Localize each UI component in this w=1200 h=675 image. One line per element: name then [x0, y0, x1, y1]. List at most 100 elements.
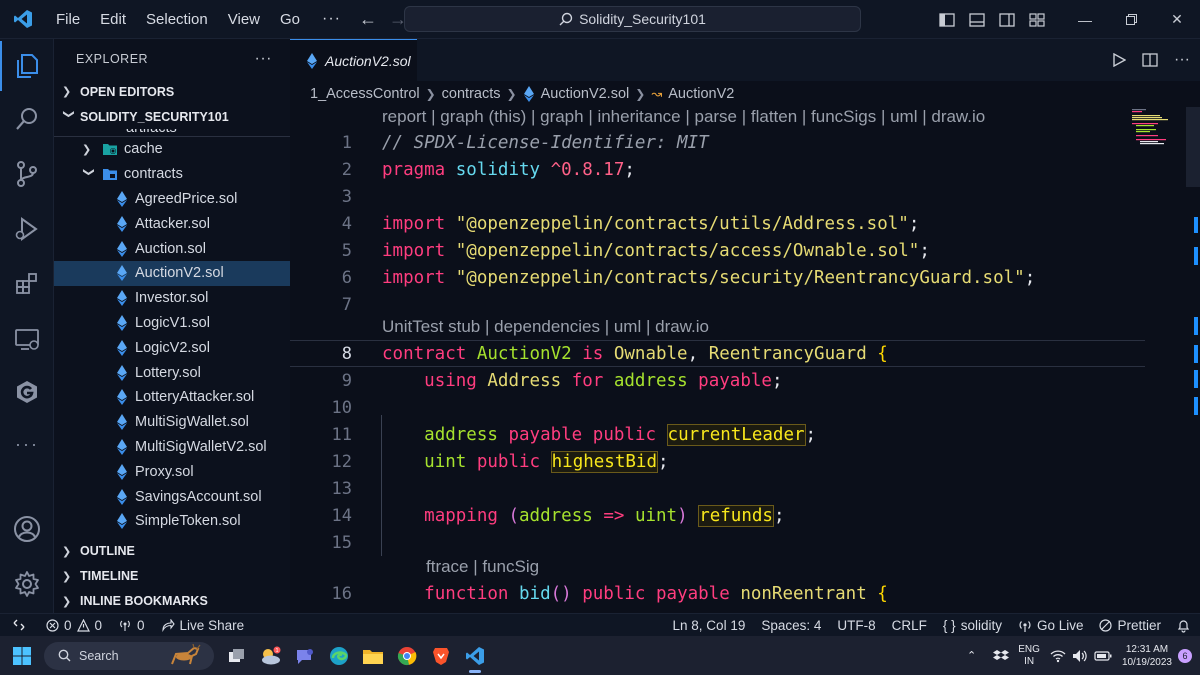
source-control-icon[interactable]: [0, 149, 54, 199]
menu-edit[interactable]: Edit: [90, 0, 136, 39]
remote-indicator-icon[interactable]: [0, 614, 38, 637]
file-item[interactable]: Proxy.sol: [54, 459, 290, 484]
more-views-icon[interactable]: ···: [0, 419, 54, 469]
file-item[interactable]: SimpleToken.sol: [54, 509, 290, 534]
ports-indicator[interactable]: 0: [110, 618, 153, 633]
restore-icon[interactable]: [1108, 0, 1154, 39]
accounts-icon[interactable]: [0, 504, 54, 554]
breadcrumb-item[interactable]: contracts: [442, 86, 501, 102]
problems-indicator[interactable]: 0 0: [38, 618, 110, 633]
file-item[interactable]: SavingsAccount.sol: [54, 484, 290, 509]
code-line: 5 import "@openzeppelin/contracts/access…: [290, 237, 1145, 264]
teams-chat-icon[interactable]: [288, 636, 322, 675]
codelens-contract[interactable]: UnitTest stub | dependencies | uml | dra…: [382, 317, 709, 337]
chevron-right-icon: ❯: [62, 595, 72, 608]
taskbar-search[interactable]: Search: [44, 641, 214, 670]
chevron-right-icon: ❯: [82, 143, 92, 156]
wifi-icon[interactable]: [1050, 649, 1066, 663]
windows-start-icon[interactable]: [0, 636, 44, 675]
file-item[interactable]: LogicV1.sol: [54, 311, 290, 336]
partial-folder-label: artifacts: [126, 129, 177, 136]
error-icon: [46, 618, 59, 632]
extensions-icon[interactable]: [0, 259, 54, 309]
vscode-taskbar-icon[interactable]: [458, 636, 492, 675]
menu-selection[interactable]: Selection: [136, 0, 218, 39]
notifications-bell-icon[interactable]: [1169, 619, 1200, 633]
manage-gear-icon[interactable]: [0, 559, 54, 609]
tray-dropbox-icon[interactable]: [988, 636, 1014, 675]
battery-icon[interactable]: [1094, 650, 1112, 662]
file-item[interactable]: AgreedPrice.sol: [54, 187, 290, 212]
explorer-icon[interactable]: [0, 41, 54, 91]
file-item[interactable]: Lottery.sol: [54, 360, 290, 385]
go-live-button[interactable]: Go Live: [1010, 618, 1092, 633]
bookmarks-section[interactable]: ❯ INLINE BOOKMARKS: [54, 589, 290, 613]
clock[interactable]: 12:31 AM 10/19/2023: [1122, 643, 1172, 669]
prettier-button[interactable]: Prettier: [1091, 618, 1169, 633]
code-text: uint public highestBid;: [424, 450, 669, 473]
search-icon[interactable]: [0, 94, 54, 144]
outline-section[interactable]: ❯ OUTLINE: [54, 539, 290, 564]
open-editors-section[interactable]: ❯ OPEN EDITORS: [54, 79, 290, 104]
menu-view[interactable]: View: [218, 0, 270, 39]
minimap[interactable]: [1128, 107, 1188, 147]
codelens-function[interactable]: ftrace | funcSig: [426, 557, 539, 577]
toggle-panel-icon[interactable]: [962, 0, 992, 39]
timeline-section[interactable]: ❯ TIMELINE: [54, 564, 290, 589]
gitlens-icon[interactable]: [0, 367, 54, 417]
brave-browser-icon[interactable]: [424, 636, 458, 675]
file-item[interactable]: Auction.sol: [54, 236, 290, 261]
vertical-scrollbar[interactable]: [1186, 107, 1200, 613]
editor-more-icon[interactable]: ···: [1174, 51, 1190, 69]
codelens-top[interactable]: report | graph (this) | graph | inherita…: [382, 107, 985, 127]
breadcrumb-item[interactable]: AuctionV2: [668, 86, 734, 102]
encoding[interactable]: UTF-8: [829, 618, 883, 633]
scrollbar-thumb[interactable]: [1186, 107, 1200, 187]
file-explorer-icon[interactable]: [356, 636, 390, 675]
breadcrumb-item[interactable]: AuctionV2.sol: [541, 86, 630, 102]
command-center-search[interactable]: Solidity_Security101: [404, 6, 861, 32]
end-of-line[interactable]: CRLF: [884, 618, 935, 633]
menu-file[interactable]: File: [46, 0, 90, 39]
breadcrumb-item[interactable]: 1_AccessControl: [310, 86, 420, 102]
file-item[interactable]: MultiSigWalletV2.sol: [54, 435, 290, 460]
weather-widget-icon[interactable]: 1: [254, 636, 288, 675]
run-debug-icon[interactable]: [0, 204, 54, 254]
toggle-secondary-sidebar-icon[interactable]: [992, 0, 1022, 39]
language-indicator[interactable]: ENG IN: [1018, 644, 1040, 668]
run-icon[interactable]: [1112, 53, 1127, 67]
menu-more-icon[interactable]: ···: [310, 10, 353, 28]
task-view-icon[interactable]: [220, 636, 254, 675]
split-editor-icon[interactable]: [1142, 53, 1158, 67]
volume-icon[interactable]: [1072, 649, 1088, 663]
chrome-browser-icon[interactable]: [390, 636, 424, 675]
file-item[interactable]: LogicV2.sol: [54, 335, 290, 360]
file-item[interactable]: LotteryAttacker.sol: [54, 385, 290, 410]
file-item[interactable]: Attacker.sol: [54, 211, 290, 236]
file-item[interactable]: AuctionV2.sol: [54, 260, 290, 286]
search-icon: [559, 12, 573, 26]
menu-go[interactable]: Go: [270, 0, 310, 39]
cursor-position[interactable]: Ln 8, Col 19: [665, 618, 754, 633]
tray-overflow-icon[interactable]: ⌃: [967, 649, 976, 662]
folder-cache[interactable]: ❯ cache: [54, 137, 290, 162]
language-mode[interactable]: { } solidity: [935, 618, 1010, 633]
close-icon[interactable]: ✕: [1154, 0, 1200, 39]
remote-explorer-icon[interactable]: [0, 314, 54, 364]
folder-contracts[interactable]: ❯ contracts: [54, 162, 290, 187]
project-section[interactable]: ❯ SOLIDITY_SECURITY101: [54, 104, 290, 129]
code-line: 9 using Address for address payable;: [290, 367, 1145, 394]
code-text: pragma solidity ^0.8.17;: [382, 159, 635, 180]
live-share-button[interactable]: Live Share: [153, 618, 253, 633]
toggle-primary-sidebar-icon[interactable]: [932, 0, 962, 39]
notification-badge[interactable]: 6: [1178, 648, 1192, 663]
edge-browser-icon[interactable]: [322, 636, 356, 675]
customize-layout-icon[interactable]: [1022, 0, 1052, 39]
back-arrow-icon[interactable]: ←: [353, 9, 383, 30]
file-item[interactable]: Investor.sol: [54, 286, 290, 311]
file-item[interactable]: MultiSigWallet.sol: [54, 410, 290, 435]
minimize-icon[interactable]: —: [1062, 0, 1108, 39]
indentation[interactable]: Spaces: 4: [753, 618, 829, 633]
explorer-more-icon[interactable]: ···: [255, 50, 272, 68]
tab-auctionv2[interactable]: AuctionV2.sol: [290, 39, 417, 81]
